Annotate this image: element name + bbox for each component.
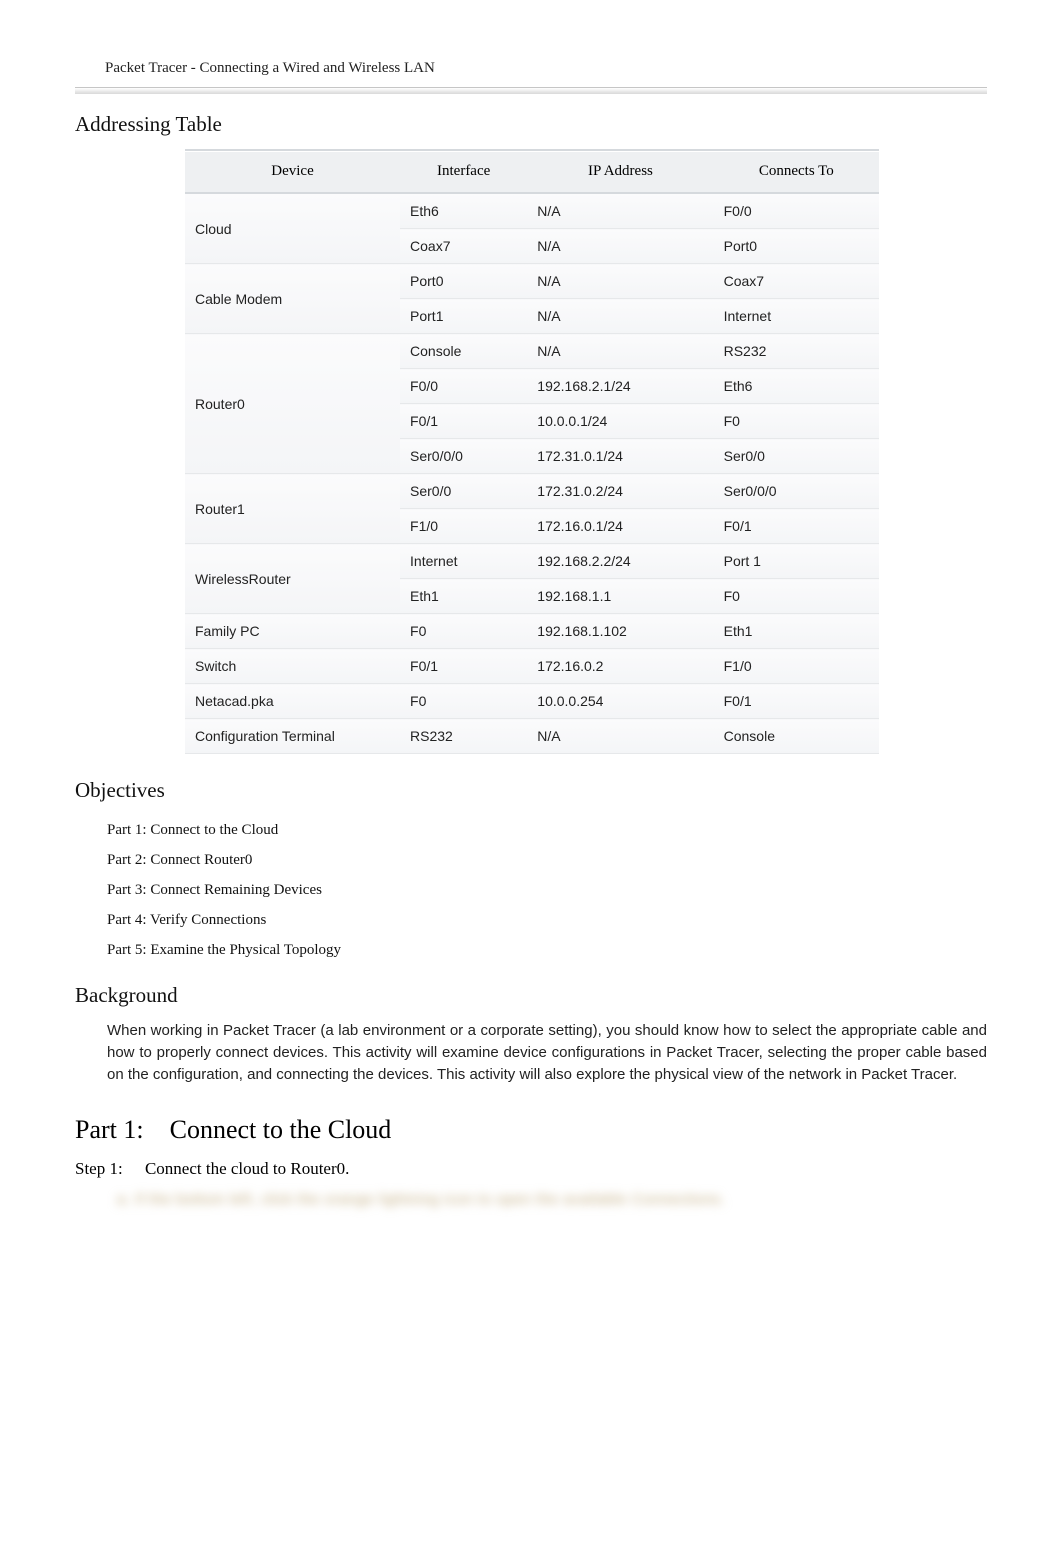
cell-interface: F0/1 <box>400 404 527 439</box>
objective-item: Part 1: Connect to the Cloud <box>107 815 987 845</box>
cell-interface: Coax7 <box>400 229 527 264</box>
cell-ip: 172.16.0.2 <box>527 649 713 684</box>
cell-ip: 10.0.0.254 <box>527 684 713 719</box>
part1-heading: Part 1: Connect to the Cloud <box>75 1115 987 1145</box>
addressing-table: Device Interface IP Address Connects To … <box>185 149 879 754</box>
cell-interface: Ser0/0/0 <box>400 439 527 474</box>
cell-connects: F0 <box>714 404 879 439</box>
cell-ip: N/A <box>527 264 713 299</box>
addressing-table-wrap: Device Interface IP Address Connects To … <box>185 149 879 754</box>
cell-interface: Ser0/0 <box>400 474 527 509</box>
table-row: Router0ConsoleN/ARS232 <box>185 334 879 369</box>
cell-connects: Ser0/0/0 <box>714 474 879 509</box>
cell-connects: F0/0 <box>714 193 879 229</box>
cell-connects: F0/1 <box>714 509 879 544</box>
step1-label: Step 1: <box>75 1159 123 1179</box>
cell-interface: F0/1 <box>400 649 527 684</box>
table-row: Cable ModemPort0N/ACoax7 <box>185 264 879 299</box>
cell-ip: 172.16.0.1/24 <box>527 509 713 544</box>
objective-item: Part 4: Verify Connections <box>107 905 987 935</box>
cell-ip: N/A <box>527 193 713 229</box>
step1-line: Step 1: Connect the cloud to Router0. <box>75 1159 987 1179</box>
cell-connects: Coax7 <box>714 264 879 299</box>
step1-text: Connect the cloud to Router0. <box>145 1159 349 1178</box>
addressing-table-title: Addressing Table <box>75 112 987 137</box>
table-row: WirelessRouterInternet192.168.2.2/24Port… <box>185 544 879 579</box>
cell-ip: 10.0.0.1/24 <box>527 404 713 439</box>
cell-ip: 192.168.2.2/24 <box>527 544 713 579</box>
cell-device: Router1 <box>185 474 400 544</box>
cell-ip: N/A <box>527 334 713 369</box>
cell-interface: F1/0 <box>400 509 527 544</box>
cell-ip: N/A <box>527 229 713 264</box>
cell-connects: Eth1 <box>714 614 879 649</box>
cell-device: Cloud <box>185 193 400 264</box>
cell-interface: F0 <box>400 684 527 719</box>
objective-item: Part 3: Connect Remaining Devices <box>107 875 987 905</box>
col-ip: IP Address <box>527 150 713 193</box>
col-interface: Interface <box>400 150 527 193</box>
objectives-list: Part 1: Connect to the CloudPart 2: Conn… <box>107 815 987 965</box>
objectives-title: Objectives <box>75 778 987 803</box>
cell-connects: Console <box>714 719 879 754</box>
cell-ip: 172.31.0.2/24 <box>527 474 713 509</box>
cell-connects: Eth6 <box>714 369 879 404</box>
background-title: Background <box>75 983 987 1008</box>
background-text: When working in Packet Tracer (a lab env… <box>107 1020 987 1085</box>
objective-item: Part 2: Connect Router0 <box>107 845 987 875</box>
blurred-hint-text: a. If the bottom left, click the orange … <box>117 1191 725 1208</box>
cell-device: Configuration Terminal <box>185 719 400 754</box>
header-rule <box>75 87 987 94</box>
cell-interface: Eth1 <box>400 579 527 614</box>
cell-interface: F0/0 <box>400 369 527 404</box>
cell-connects: Ser0/0 <box>714 439 879 474</box>
part1-title: Connect to the Cloud <box>170 1115 392 1144</box>
cell-connects: Port 1 <box>714 544 879 579</box>
objective-item: Part 5: Examine the Physical Topology <box>107 935 987 965</box>
table-header-row: Device Interface IP Address Connects To <box>185 150 879 193</box>
cell-interface: Console <box>400 334 527 369</box>
cell-device: Router0 <box>185 334 400 474</box>
cell-connects: F0 <box>714 579 879 614</box>
cell-connects: Port0 <box>714 229 879 264</box>
blurred-content: a. If the bottom left, click the orange … <box>117 1191 987 1209</box>
cell-interface: Port1 <box>400 299 527 334</box>
cell-ip: N/A <box>527 299 713 334</box>
cell-ip: N/A <box>527 719 713 754</box>
cell-interface: RS232 <box>400 719 527 754</box>
table-row: Configuration TerminalRS232N/AConsole <box>185 719 879 754</box>
cell-ip: 192.168.2.1/24 <box>527 369 713 404</box>
part1-prefix: Part 1: <box>75 1115 144 1144</box>
cell-interface: Eth6 <box>400 193 527 229</box>
table-row: Router1Ser0/0172.31.0.2/24Ser0/0/0 <box>185 474 879 509</box>
cell-device: Switch <box>185 649 400 684</box>
table-row: Family PCF0192.168.1.102Eth1 <box>185 614 879 649</box>
table-row: Netacad.pkaF010.0.0.254F0/1 <box>185 684 879 719</box>
cell-device: Netacad.pka <box>185 684 400 719</box>
cell-connects: Internet <box>714 299 879 334</box>
cell-interface: Internet <box>400 544 527 579</box>
col-connects: Connects To <box>714 150 879 193</box>
cell-device: WirelessRouter <box>185 544 400 614</box>
col-device: Device <box>185 150 400 193</box>
page-header: Packet Tracer - Connecting a Wired and W… <box>75 60 987 87</box>
cell-connects: RS232 <box>714 334 879 369</box>
cell-ip: 192.168.1.1 <box>527 579 713 614</box>
cell-ip: 192.168.1.102 <box>527 614 713 649</box>
cell-interface: F0 <box>400 614 527 649</box>
cell-connects: F0/1 <box>714 684 879 719</box>
cell-device: Cable Modem <box>185 264 400 334</box>
cell-ip: 172.31.0.1/24 <box>527 439 713 474</box>
cell-connects: F1/0 <box>714 649 879 684</box>
table-row: CloudEth6N/AF0/0 <box>185 193 879 229</box>
cell-interface: Port0 <box>400 264 527 299</box>
page-header-text: Packet Tracer - Connecting a Wired and W… <box>105 60 435 76</box>
cell-device: Family PC <box>185 614 400 649</box>
document-page: Packet Tracer - Connecting a Wired and W… <box>0 0 1062 1249</box>
table-body: CloudEth6N/AF0/0Coax7N/APort0Cable Modem… <box>185 193 879 754</box>
table-row: SwitchF0/1172.16.0.2F1/0 <box>185 649 879 684</box>
